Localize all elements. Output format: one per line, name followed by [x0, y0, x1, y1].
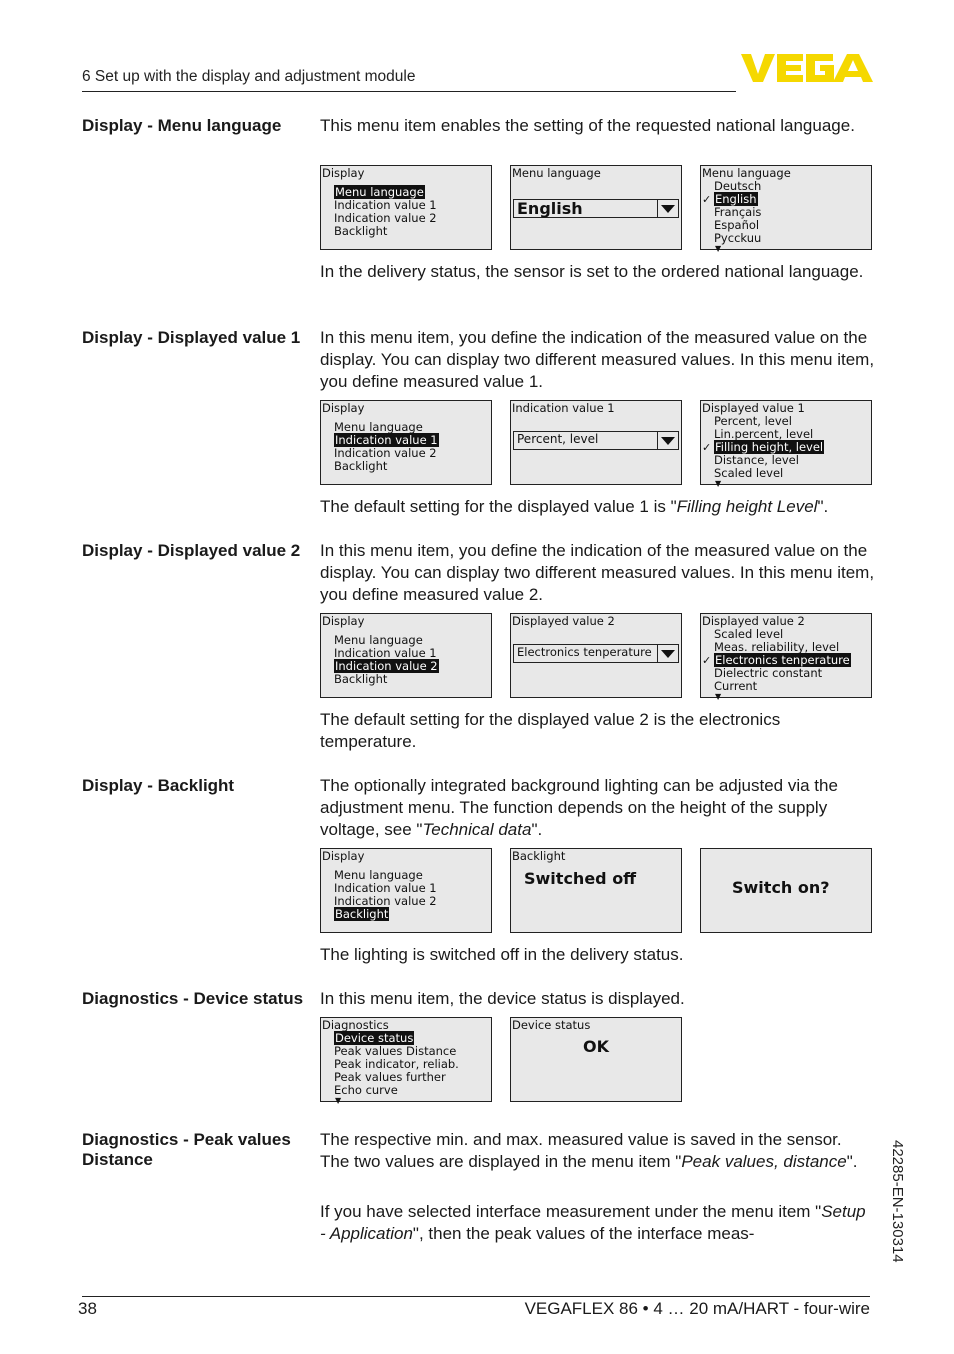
section-label-device-status: Diagnostics - Device status: [82, 989, 304, 1008]
screen-backlight-confirm: Switch on?: [700, 848, 872, 933]
option-item[interactable]: ✓ Electronics tenperature: [702, 653, 851, 667]
screen-title: Display: [322, 849, 365, 863]
value2-dropdown[interactable]: Electronics tenperature: [513, 644, 679, 663]
scroll-down-icon[interactable]: ▼: [335, 1097, 341, 1105]
page-number: 38: [78, 1299, 97, 1318]
screen-menu-item[interactable]: Echo curve: [334, 1084, 459, 1097]
checkmark-icon: ✓: [702, 193, 712, 206]
screen-title: Indication value 1: [512, 401, 615, 415]
document-code: 42285-EN-130314: [889, 1140, 906, 1263]
screen-menu-list: Menu language Indication value 1 Indicat…: [334, 185, 437, 238]
peak-values-paragraph-2: If you have selected interface measureme…: [320, 1202, 866, 1243]
screen-display-menu-4: Display Menu language Indication value 1…: [320, 848, 492, 933]
screen-language-select: Menu language English: [510, 165, 682, 250]
section-label-backlight: Display - Backlight: [82, 776, 235, 795]
screen-option-list: Percent, level Lin.percent, level ✓ Filli…: [702, 415, 825, 488]
screen-value1-select: Indication value 1 Percent, level: [510, 400, 682, 485]
screen-title: Display: [322, 166, 365, 180]
header-divider: [82, 91, 736, 92]
option-item[interactable]: ✓ Filling height, level: [702, 440, 825, 454]
vega-logo: [741, 54, 873, 82]
option-item[interactable]: Current: [714, 680, 851, 693]
screen-value1-list: Displayed value 1 Percent, level Lin.per…: [700, 400, 872, 488]
screen-option-list: Scaled level Meas. reliability, level ✓ E…: [702, 628, 851, 701]
chevron-down-icon[interactable]: [657, 432, 678, 449]
section-label-displayed-value-2: Display - Displayed value 2: [82, 541, 301, 560]
backlight-note: The lighting is switched off in the deli…: [320, 945, 684, 964]
screen-display-menu-2: Display Menu language Indication value 1…: [320, 400, 492, 485]
scroll-down-icon[interactable]: ▼: [715, 245, 721, 253]
screen-device-status: Device status OK: [510, 1017, 682, 1102]
device-status-intro: In this menu item, the device status is …: [320, 989, 685, 1008]
screen-display-menu-1: Display Menu language Indication value 1…: [320, 165, 492, 250]
screen-language-list: Menu language Deutsch ✓ English Français …: [700, 165, 872, 253]
screen-diagnostics-menu: Diagnostics Device status Peak values Di…: [320, 1017, 492, 1105]
section-label-menu-language: Display - Menu language: [82, 116, 282, 135]
option-item[interactable]: ✓ English: [702, 192, 761, 206]
chevron-down-icon[interactable]: [657, 200, 678, 217]
language-dropdown[interactable]: English: [513, 199, 679, 218]
dropdown-value: English: [517, 199, 583, 218]
screen-backlight-state: Backlight Switched off: [510, 848, 682, 933]
backlight-confirm-prompt[interactable]: Switch on?: [732, 880, 830, 896]
screen-menu-item[interactable]: Backlight: [334, 673, 439, 686]
checkmark-icon: ✓: [702, 441, 712, 454]
displayed-value-1-note: The default setting for the displayed va…: [320, 497, 829, 516]
chevron-down-icon[interactable]: [657, 645, 678, 662]
backlight-state-value: Switched off: [524, 869, 637, 888]
checkmark-icon: ✓: [702, 654, 712, 667]
screen-title: Display: [322, 614, 365, 628]
menu-language-note: In the delivery status, the sensor is se…: [320, 262, 864, 281]
option-item[interactable]: Pycckuu: [714, 232, 761, 245]
screen-title: Displayed value 2: [512, 614, 615, 628]
footer-divider: [82, 1296, 870, 1297]
screen-menu-item[interactable]: Backlight: [334, 907, 437, 921]
menu-language-intro: This menu item enables the setting of th…: [320, 116, 855, 135]
screen-title: Backlight: [512, 849, 566, 863]
screen-value2-select: Displayed value 2 Electronics tenperatur…: [510, 613, 682, 698]
section-label-peak-values: Diagnostics - Peak values Distance: [82, 1130, 291, 1169]
screen-menu-list: Menu language Indication value 1 Indicat…: [334, 634, 439, 686]
peak-values-paragraph-1: The respective min. and max. measured va…: [320, 1130, 858, 1171]
screen-menu-item[interactable]: Backlight: [334, 460, 439, 473]
displayed-value-2-note: The default setting for the displayed va…: [320, 710, 781, 751]
dropdown-value: Percent, level: [517, 432, 599, 446]
screen-menu-list: Menu language Indication value 1 Indicat…: [334, 421, 439, 473]
scroll-down-icon[interactable]: ▼: [715, 693, 721, 701]
screen-menu-list: Device status Peak values Distance Peak …: [334, 1031, 459, 1105]
chapter-heading: 6 Set up with the display and adjustment…: [82, 68, 416, 85]
displayed-value-2-intro: In this menu item, you define the indica…: [320, 541, 875, 604]
displayed-value-1-intro: In this menu item, you define the indica…: [320, 328, 875, 391]
device-status-value: OK: [583, 1037, 609, 1056]
screen-menu-list: Menu language Indication value 1 Indicat…: [334, 869, 437, 921]
backlight-intro: The optionally integrated background lig…: [320, 776, 838, 839]
screen-title: Device status: [512, 1018, 591, 1032]
option-item[interactable]: Scaled level: [714, 467, 824, 480]
screen-option-list: Deutsch ✓ English Français Español Pyccku…: [702, 180, 761, 253]
scroll-down-icon[interactable]: ▼: [715, 480, 721, 488]
screen-display-menu-3: Display Menu language Indication value 1…: [320, 613, 492, 698]
value1-dropdown[interactable]: Percent, level: [513, 431, 679, 450]
dropdown-value: Electronics tenperature: [517, 645, 652, 659]
screen-title: Display: [322, 401, 365, 415]
section-label-displayed-value-1: Display - Displayed value 1: [82, 328, 301, 347]
footer-document-title: VEGAFLEX 86 • 4 … 20 mA/HART - four-wire: [524, 1299, 870, 1318]
screen-menu-item[interactable]: Backlight: [334, 225, 437, 238]
screen-title: Menu language: [512, 166, 601, 180]
screen-value2-list: Displayed value 2 Scaled level Meas. rel…: [700, 613, 872, 701]
